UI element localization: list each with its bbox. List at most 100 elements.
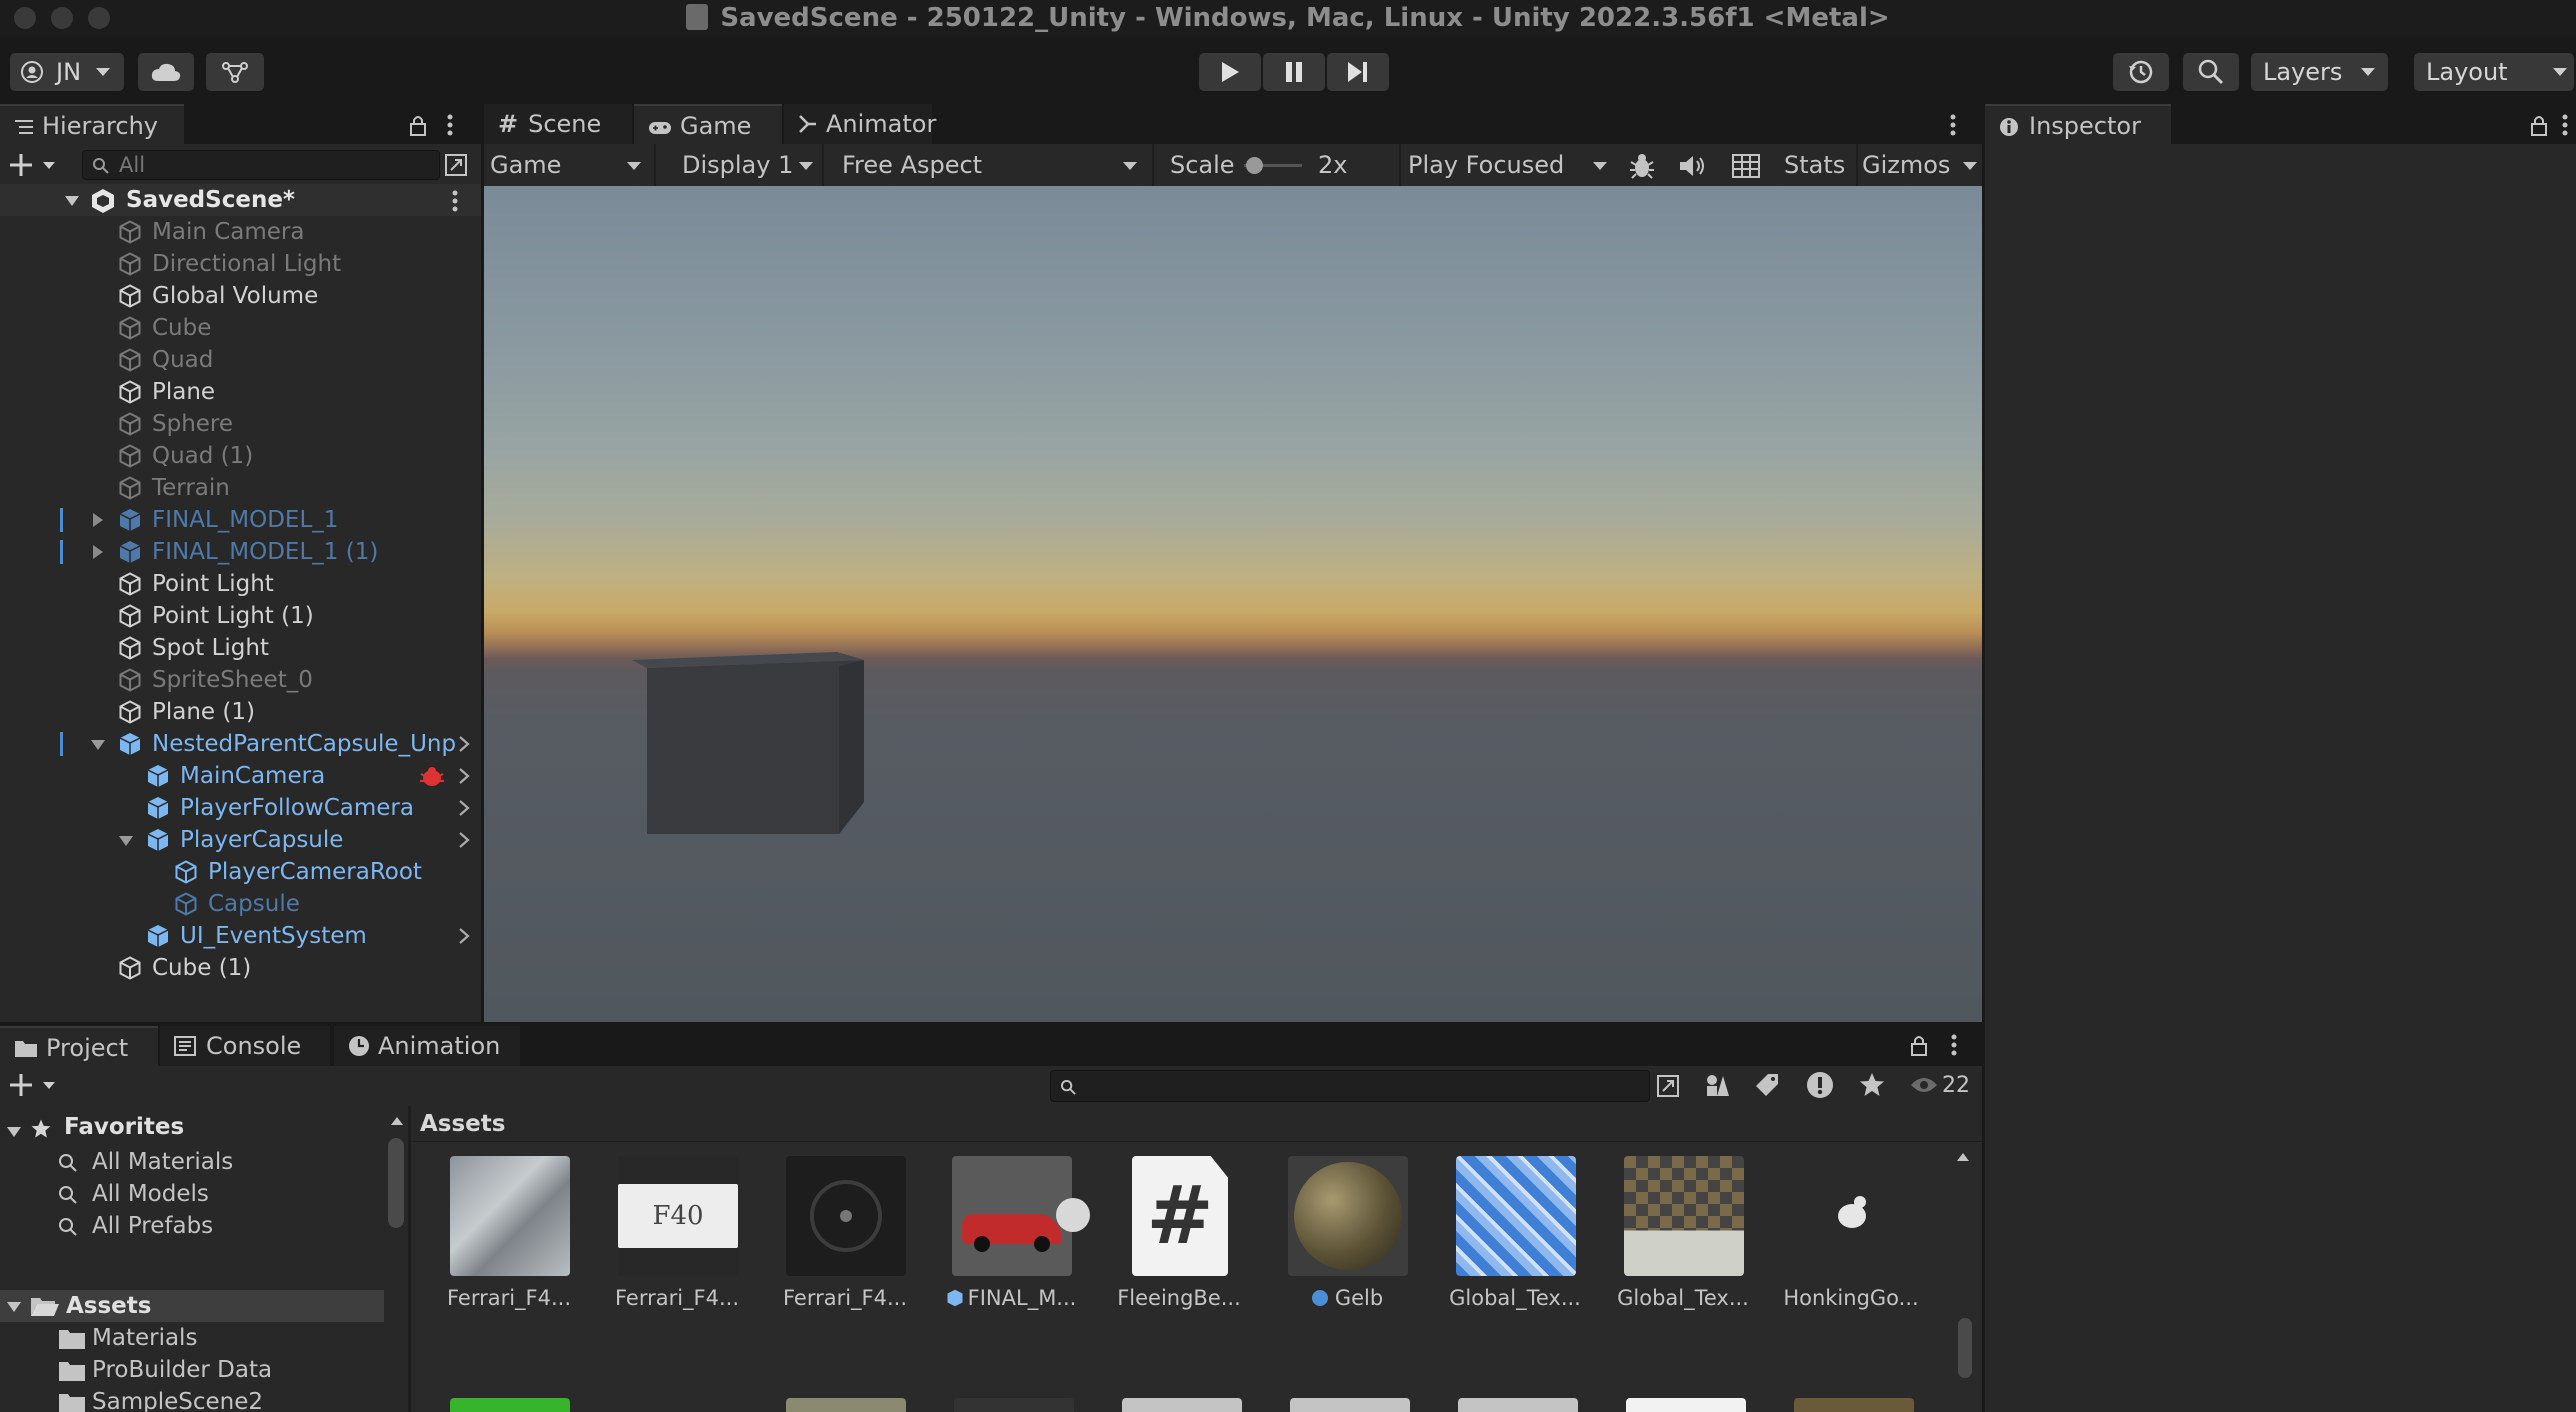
tab-animation[interactable]: Animation [334, 1026, 520, 1066]
collapse-arrow-icon[interactable] [90, 739, 106, 751]
collapse-arrow-icon[interactable] [118, 835, 134, 847]
speaker-icon[interactable] [1678, 154, 1706, 178]
play-button[interactable] [1199, 53, 1261, 91]
expand-arrow-icon[interactable] [64, 195, 80, 207]
tab-hierarchy[interactable]: Hierarchy [0, 104, 184, 144]
hierarchy-item[interactable]: Plane (1) [0, 696, 481, 728]
tab-animator[interactable]: Animator [784, 104, 936, 144]
hierarchy-item[interactable]: NestedParentCapsule_Unp [0, 728, 481, 760]
search-by-scene-icon[interactable] [1656, 1074, 1680, 1098]
expand-arrow-icon[interactable] [6, 1301, 22, 1313]
project-create-dropdown[interactable] [8, 1072, 58, 1100]
chevron-right-icon[interactable] [458, 928, 470, 944]
assets-scrollbar[interactable] [1958, 1318, 1972, 1378]
lock-icon[interactable] [2530, 114, 2548, 136]
hierarchy-item[interactable]: PlayerCameraRoot [0, 856, 481, 888]
favorite-item[interactable]: All Materials [0, 1146, 384, 1178]
favorite-item[interactable]: All Models [0, 1178, 384, 1210]
hierarchy-item[interactable]: MainCamera [0, 760, 481, 792]
favorite-item[interactable]: All Prefabs [0, 1210, 384, 1242]
scene-visibility-icon[interactable] [444, 153, 468, 177]
asset-folder-item[interactable]: Materials [0, 1322, 384, 1354]
pause-button[interactable] [1263, 53, 1325, 91]
hidden-packages-eye-icon[interactable] [1910, 1076, 1938, 1094]
assets-root-row[interactable]: Assets [0, 1290, 384, 1322]
hierarchy-item[interactable]: SpriteSheet_0 [0, 664, 481, 696]
scene-root-row[interactable]: SavedScene* [0, 184, 481, 216]
account-dropdown[interactable]: JN [10, 53, 124, 91]
asset-thumbnail[interactable] [954, 1398, 1074, 1412]
asset-folder-item[interactable]: SampleScene2 [0, 1386, 384, 1412]
tab-scene[interactable]: # Scene [484, 104, 632, 144]
more-options-icon[interactable] [446, 114, 454, 136]
folder-tree-scrollbar[interactable] [388, 1138, 404, 1228]
hierarchy-item[interactable]: Terrain [0, 472, 481, 504]
hierarchy-item[interactable]: Quad [0, 344, 481, 376]
expand-arrow-icon[interactable] [92, 544, 104, 560]
filter-by-type-icon[interactable] [1704, 1072, 1730, 1098]
hierarchy-item[interactable]: PlayerCapsule [0, 824, 481, 856]
search-button[interactable] [2183, 53, 2239, 91]
hierarchy-item[interactable]: Spot Light [0, 632, 481, 664]
tab-console[interactable]: Console [160, 1026, 330, 1066]
cloud-button[interactable] [138, 53, 194, 91]
asset-thumbnail[interactable] [1458, 1398, 1578, 1412]
chevron-right-icon[interactable] [458, 768, 470, 784]
lock-icon[interactable] [1910, 1034, 1928, 1056]
view-type-dropdown[interactable]: Game [490, 144, 650, 186]
asset-thumbnail[interactable] [1290, 1398, 1410, 1412]
collab-button[interactable] [206, 53, 264, 91]
hierarchy-item[interactable]: Global Volume [0, 280, 481, 312]
chevron-right-icon[interactable] [458, 832, 470, 848]
layers-dropdown[interactable]: Layers [2251, 53, 2388, 91]
asset-thumbnail[interactable] [450, 1398, 570, 1412]
game-viewport[interactable] [484, 186, 1982, 1022]
hierarchy-item[interactable]: Plane [0, 376, 481, 408]
project-search-input[interactable] [1050, 1070, 1650, 1102]
scroll-up-icon[interactable] [390, 1116, 404, 1126]
expand-arrow-icon[interactable] [92, 512, 104, 528]
scale-slider-handle[interactable] [1246, 157, 1263, 174]
more-options-icon[interactable] [1950, 1034, 1958, 1056]
asset-thumbnail[interactable] [1626, 1398, 1746, 1412]
tab-inspector[interactable]: Inspector [1985, 104, 2171, 144]
hierarchy-search-input[interactable]: All [82, 150, 440, 180]
asset-folder-item[interactable]: ProBuilder Data [0, 1354, 384, 1386]
lock-icon[interactable] [409, 114, 427, 136]
step-button[interactable] [1327, 53, 1389, 91]
expand-arrow-icon[interactable] [6, 1126, 22, 1138]
tab-project[interactable]: Project [0, 1026, 158, 1066]
bug-icon[interactable] [1628, 152, 1656, 180]
asset-item[interactable]: Global_Tex... [1440, 1142, 1592, 1326]
chevron-down-icon[interactable] [1962, 161, 1978, 171]
chevron-right-icon[interactable] [458, 800, 470, 816]
asset-item[interactable]: # FleeingBe... [1104, 1142, 1256, 1326]
favorite-star-icon[interactable] [1858, 1071, 1886, 1099]
asset-item[interactable]: Ferrari_F4... [434, 1142, 586, 1326]
hierarchy-item[interactable]: UI_EventSystem [0, 920, 481, 952]
hierarchy-item[interactable]: Directional Light [0, 248, 481, 280]
asset-item[interactable]: HonkingGo... [1776, 1142, 1928, 1326]
stats-button[interactable]: Stats [1784, 144, 1845, 186]
asset-thumbnail[interactable] [1122, 1398, 1242, 1412]
hierarchy-item[interactable]: Sphere [0, 408, 481, 440]
undo-history-button[interactable] [2113, 53, 2169, 91]
display-dropdown[interactable]: Display 1 [682, 144, 818, 186]
more-options-icon[interactable] [1949, 114, 1957, 136]
breadcrumb-assets[interactable]: Assets [420, 1106, 505, 1142]
create-dropdown[interactable] [8, 152, 58, 180]
hierarchy-item[interactable]: Capsule [0, 888, 481, 920]
gizmos-button[interactable]: Gizmos [1862, 144, 1950, 186]
asset-item[interactable]: Global_Tex... [1608, 1142, 1760, 1326]
hierarchy-item[interactable]: FINAL_MODEL_1 [0, 504, 481, 536]
hierarchy-item[interactable]: Quad (1) [0, 440, 481, 472]
scroll-up-icon[interactable] [1956, 1152, 1970, 1162]
splitter[interactable] [408, 1106, 411, 1412]
asset-thumbnail[interactable] [1794, 1398, 1914, 1412]
asset-thumbnail[interactable] [786, 1398, 906, 1412]
layout-dropdown[interactable]: Layout [2414, 53, 2574, 91]
aspect-dropdown[interactable]: Free Aspect [842, 144, 1146, 186]
hierarchy-item[interactable]: FINAL_MODEL_1 (1) [0, 536, 481, 568]
grid-icon[interactable] [1732, 154, 1760, 178]
asset-item[interactable]: F40 Ferrari_F4... [602, 1142, 754, 1326]
